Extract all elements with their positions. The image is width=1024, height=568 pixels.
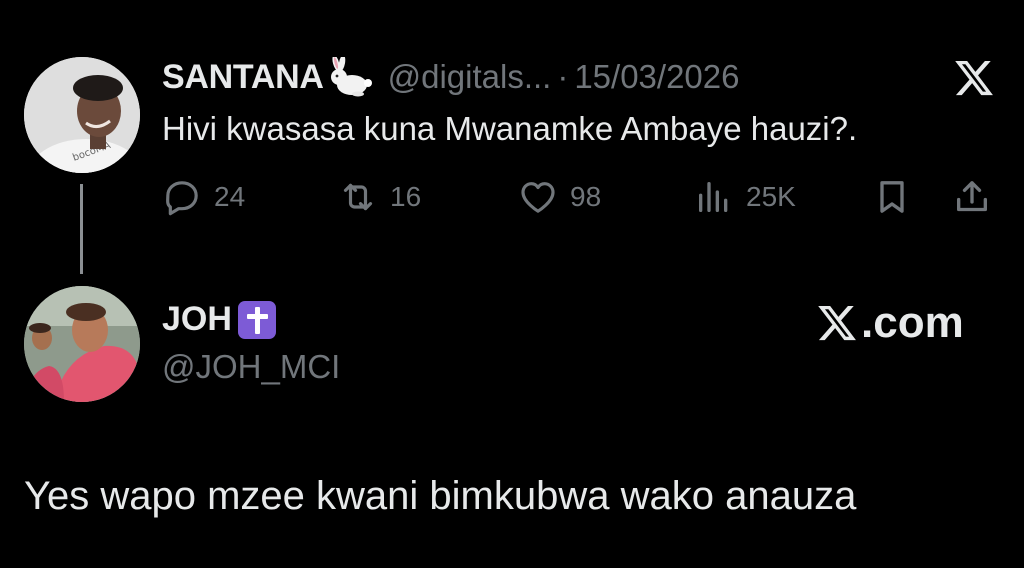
views-bar-chart-icon bbox=[699, 182, 728, 212]
display-name[interactable]: JOH bbox=[162, 300, 232, 339]
reply-icon bbox=[166, 181, 198, 216]
share-button[interactable] bbox=[952, 175, 992, 219]
x-logo-icon[interactable] bbox=[952, 57, 996, 99]
avatar[interactable]: bocoMA bbox=[24, 57, 140, 173]
repost-button[interactable]: 16 bbox=[338, 175, 421, 219]
user-handle[interactable]: @JOH_MCI bbox=[162, 348, 340, 386]
thread-connector-line bbox=[80, 184, 83, 274]
rabbit-emoji-icon bbox=[328, 55, 374, 97]
heart-icon bbox=[521, 182, 555, 213]
x-logo-icon bbox=[818, 305, 856, 341]
reply-display-name-row: JOH bbox=[162, 300, 276, 339]
tweet-date[interactable]: 15/03/2026 bbox=[574, 58, 739, 96]
views-count: 25K bbox=[746, 181, 796, 212]
separator-dot: · bbox=[557, 58, 569, 95]
reply-text: Yes wapo mzee kwani bimkubwa wako anauza bbox=[24, 474, 857, 518]
bookmark-icon bbox=[880, 181, 904, 213]
repost-icon bbox=[343, 183, 373, 211]
avatar[interactable] bbox=[24, 286, 140, 402]
avatar-photo bbox=[24, 286, 140, 402]
reply-count: 24 bbox=[214, 181, 246, 212]
display-name[interactable]: SANTANA bbox=[162, 58, 324, 97]
like-button[interactable]: 98 bbox=[518, 175, 601, 219]
reply-button[interactable]: 24 bbox=[162, 175, 245, 219]
share-icon bbox=[957, 181, 987, 212]
bookmark-button[interactable] bbox=[872, 175, 912, 219]
like-count: 98 bbox=[570, 181, 602, 212]
avatar-photo: bocoMA bbox=[24, 57, 140, 173]
views-button[interactable]: 25K bbox=[694, 175, 796, 219]
tweet-text: Hivi kwasasa kuna Mwanamke Ambaye hauzi?… bbox=[162, 110, 858, 147]
latin-cross-emoji-icon bbox=[237, 300, 276, 339]
tweet-header: SANTANA @digitals... · 15/03/2026 bbox=[162, 55, 740, 98]
user-handle[interactable]: @digitals... bbox=[388, 58, 552, 96]
repost-count: 16 bbox=[390, 181, 422, 212]
brand-label: .com bbox=[861, 298, 964, 347]
x-dot-com-brand: .com bbox=[815, 298, 964, 348]
